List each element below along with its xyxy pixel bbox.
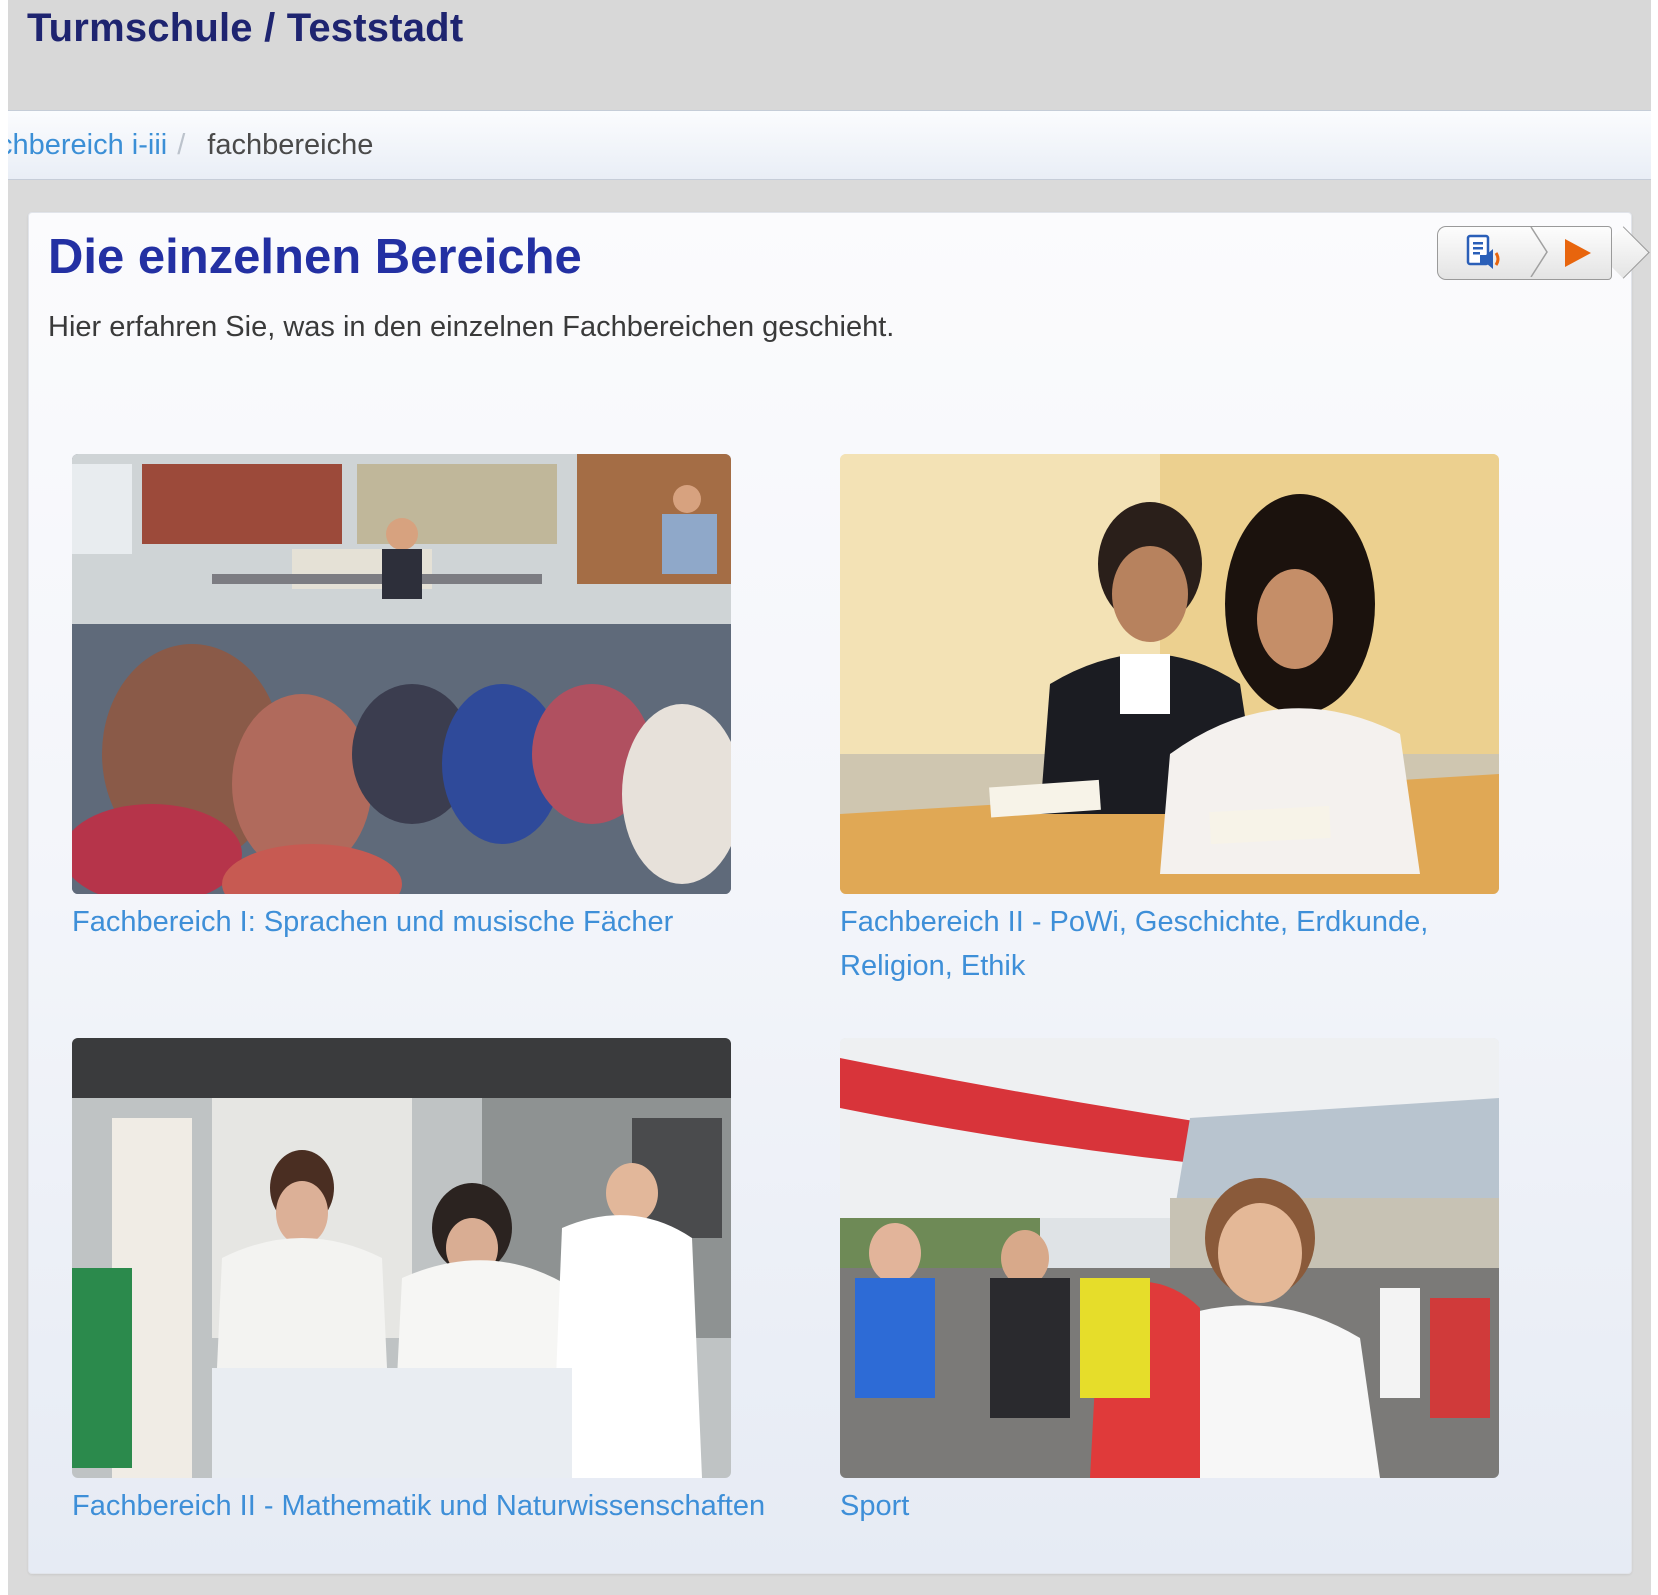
tile-sport: Sport xyxy=(840,1038,1500,1528)
breadcrumb-separator: / xyxy=(177,129,186,161)
school-run-start-line-photo[interactable] xyxy=(840,1038,1499,1478)
listen-button[interactable] xyxy=(1437,226,1538,280)
site-title[interactable]: Turmschule / Teststadt xyxy=(27,6,463,51)
tile-fachbereich-sprachen: Fachbereich I: Sprachen und musische Fäc… xyxy=(72,454,732,944)
readspeaker-toolbar xyxy=(1437,226,1650,280)
site-header: Turmschule / Teststadt xyxy=(8,0,1651,110)
students-debate-at-desk-photo[interactable] xyxy=(840,454,1499,894)
students-reading-in-library-photo[interactable] xyxy=(72,454,731,894)
play-icon xyxy=(1565,239,1591,267)
page-frame: Turmschule / Teststadt chbereich i-iii / f… xyxy=(8,0,1651,1595)
breadcrumb: chbereich i-iii / fachbereiche xyxy=(8,110,1651,180)
speaker-document-icon xyxy=(1466,234,1500,269)
link-fachbereich-sprachen[interactable]: Fachbereich I: Sprachen und musische Fäc… xyxy=(72,900,852,944)
content-panel: Die einzelnen Bereiche Hier erfahren Sie… xyxy=(28,212,1650,1574)
link-fachbereich-mathematik[interactable]: Fachbereich II - Mathematik und Naturwis… xyxy=(72,1484,852,1528)
intro-text: Hier erfahren Sie, was in den einzelnen … xyxy=(48,311,895,343)
breadcrumb-current: fachbereiche xyxy=(207,129,374,161)
link-fachbereich-gesellschaft[interactable]: Fachbereich II - PoWi, Geschichte, Erdku… xyxy=(840,900,1480,988)
tile-fachbereich-mathematik: Fachbereich II - Mathematik und Naturwis… xyxy=(72,1038,765,1528)
students-in-lab-coats-photo[interactable] xyxy=(72,1038,731,1478)
breadcrumb-link-fachbereich[interactable]: chbereich i-iii xyxy=(8,129,167,161)
tile-fachbereich-gesellschaft: Fachbereich II - PoWi, Geschichte, Erdku… xyxy=(840,454,1500,988)
page-title: Die einzelnen Bereiche xyxy=(48,230,582,284)
link-sport[interactable]: Sport xyxy=(840,1484,1500,1528)
